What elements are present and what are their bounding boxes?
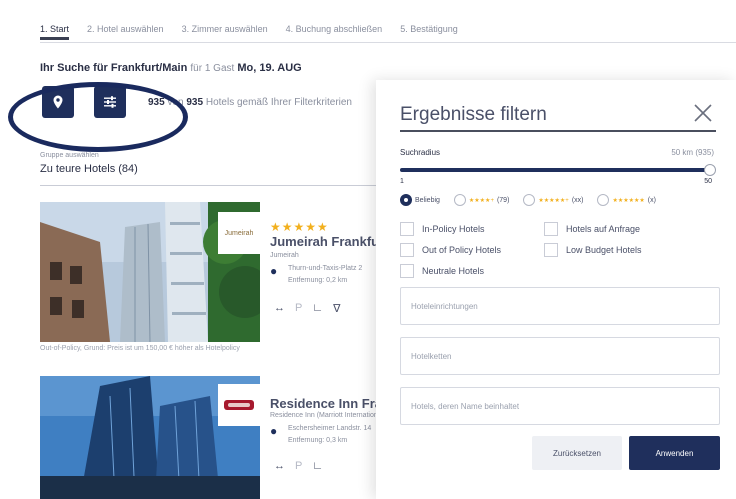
summary-persons: für 1 Gast (190, 63, 235, 74)
hotel-chain: Jumeirah (270, 252, 299, 259)
step-select-room[interactable]: 3. Zimmer auswählen (182, 18, 268, 40)
restaurant-icon: ∟ (312, 460, 324, 472)
summary-prefix: Ihr Suche für (40, 62, 108, 74)
chains-input[interactable] (400, 337, 720, 375)
group-select-value: Zu teure Hotels (84) (40, 163, 138, 175)
parking-icon: P (295, 460, 303, 472)
hotel-address: Eschersheimer Landstr. 14 (288, 425, 372, 432)
results-count-a: 935 (148, 97, 165, 108)
residence-inn-logo-icon (224, 400, 254, 410)
arrows-icon: ↔ (274, 302, 285, 314)
slider-max: 50 (704, 178, 712, 185)
checkbox[interactable] (400, 243, 414, 257)
slider-min: 1 (400, 178, 404, 185)
checkbox-label: In-Policy Hotels (422, 224, 485, 234)
location-pin-icon: ● (270, 424, 278, 438)
checkbox-in-policy[interactable]: In-Policy Hotels (400, 222, 485, 236)
checkbox[interactable] (400, 264, 414, 278)
hotel-logo (218, 384, 260, 426)
close-icon[interactable] (692, 102, 714, 124)
filter-button[interactable] (94, 86, 126, 118)
checkbox[interactable] (400, 222, 414, 236)
step-start[interactable]: 1. Start (40, 18, 70, 40)
checkbox-low-budget[interactable]: Low Budget Hotels (544, 243, 642, 257)
checkbox-label: Out of Policy Hotels (422, 245, 502, 255)
hotel-name[interactable]: Jumeirah Frankfurt (270, 234, 388, 249)
hotel-amenities: ↔ P ∟ ∇ (274, 302, 340, 315)
star-option-4[interactable]: ★★★★+ (79) (453, 194, 510, 206)
results-count: 935 von 935 Hotels gemäß Ihrer Filterkri… (148, 97, 352, 108)
star-option-count: (xx) (571, 196, 584, 204)
parking-icon: P (295, 302, 303, 314)
summary-date: Mo, 19. AUG (237, 62, 302, 74)
radius-slider-track[interactable] (400, 168, 712, 172)
checkbox[interactable] (544, 222, 558, 236)
facilities-input[interactable] (400, 287, 720, 325)
star-option-label: Beliebig (415, 196, 440, 204)
checkbox-label: Low Budget Hotels (566, 245, 642, 255)
checkbox-label: Neutrale Hotels (422, 266, 485, 276)
star-option-count: (79) (496, 196, 510, 204)
policy-note: Out-of-Policy, Grund: Preis ist um 150,0… (40, 345, 240, 352)
checkbox[interactable] (544, 243, 558, 257)
star-rating-options: Beliebig ★★★★+ (79) ★★★★★+ (xx) ★★★★★★ (… (400, 194, 656, 206)
title-divider (400, 130, 716, 132)
star-option-5[interactable]: ★★★★★+ (xx) (523, 194, 583, 206)
hotel-distance: Entfernung: 0,2 km (288, 277, 348, 284)
star-option-6[interactable]: ★★★★★★ (x) (597, 194, 656, 206)
reset-button[interactable]: Zurücksetzen (532, 436, 622, 470)
summary-city: Frankfurt/Main (110, 62, 188, 74)
arrows-icon: ↔ (274, 460, 285, 472)
radius-slider-handle[interactable] (704, 164, 716, 176)
radio-button[interactable] (597, 194, 610, 206)
checkbox-out-policy[interactable]: Out of Policy Hotels (400, 243, 501, 257)
checkbox-on-request[interactable]: Hotels auf Anfrage (544, 222, 640, 236)
search-summary: Ihr Suche für Frankfurt/Main für 1 Gast … (40, 62, 302, 74)
group-select-label: Gruppe auswählen (40, 152, 99, 159)
step-select-hotel[interactable]: 2. Hotel auswählen (87, 18, 164, 40)
radius-label: Suchradius (400, 148, 441, 157)
sliders-icon (104, 96, 116, 108)
hotel-amenities: ↔ P ∟ (274, 460, 323, 472)
star-icons: ★★★★★+ (538, 197, 569, 204)
apply-button[interactable]: Anwenden (629, 436, 720, 470)
hotel-name-input[interactable] (400, 387, 720, 425)
radio-button[interactable] (400, 194, 412, 206)
step-complete-booking[interactable]: 4. Buchung abschließen (286, 18, 383, 40)
radius-value: 50 km (935) (671, 148, 714, 157)
steps-divider (40, 42, 736, 43)
results-count-b: 935 (186, 97, 204, 108)
star-icons: ★★★★★★ (612, 197, 645, 204)
radio-button[interactable] (523, 194, 536, 206)
hotel-logo: Jumeirah (218, 212, 260, 254)
map-pin-icon (53, 95, 63, 109)
checkbox-label: Hotels auf Anfrage (566, 224, 641, 234)
checkbox-neutral[interactable]: Neutrale Hotels (400, 264, 484, 278)
wifi-icon: ∇ (333, 303, 341, 315)
restaurant-icon: ∟ (312, 302, 324, 314)
location-pin-icon: ● (270, 264, 278, 278)
filter-panel: Ergebnisse filtern Suchradius 50 km (935… (376, 80, 736, 499)
hotel-stars: ★★★★★ (270, 220, 329, 234)
results-of: von (167, 97, 184, 108)
radio-button[interactable] (453, 194, 466, 206)
group-select[interactable]: Gruppe auswählen Zu teure Hotels (84) (40, 152, 380, 186)
star-option-count: (x) (647, 196, 656, 204)
star-icons: ★★★★+ (468, 197, 494, 204)
hotel-chain: Residence Inn (Marriott International) (270, 412, 386, 419)
progress-steps: 1. Start 2. Hotel auswählen 3. Zimmer au… (40, 14, 736, 44)
star-option-any[interactable]: Beliebig (400, 194, 440, 206)
step-confirmation[interactable]: 5. Bestätigung (400, 18, 458, 40)
hotel-address: Thurn-und-Taxis-Platz 2 (288, 265, 363, 272)
filter-panel-title: Ergebnisse filtern (400, 104, 547, 125)
results-rest: Hotels gemäß Ihrer Filterkriterien (205, 97, 352, 108)
map-view-button[interactable] (42, 86, 74, 118)
hotel-distance: Entfernung: 0,3 km (288, 437, 348, 444)
